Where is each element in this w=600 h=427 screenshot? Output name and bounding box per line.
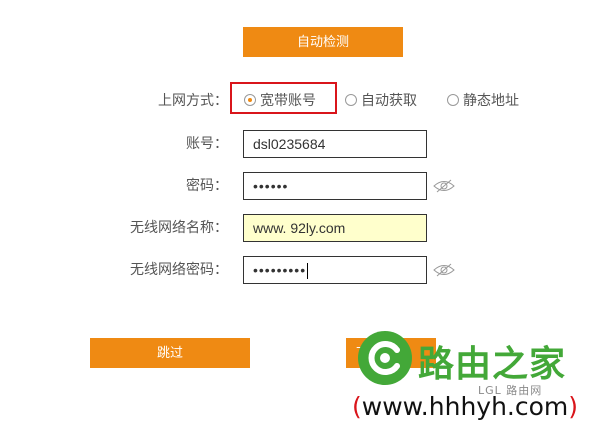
radio-unselected-icon bbox=[447, 94, 459, 106]
ssid-input[interactable]: www. 92ly.com bbox=[243, 214, 427, 242]
account-label: 账号： bbox=[186, 136, 228, 152]
radio-dhcp[interactable]: 自动获取 bbox=[345, 90, 417, 112]
text-caret bbox=[307, 263, 309, 280]
radio-static[interactable]: 静态地址 bbox=[447, 90, 519, 112]
radio-label-broadband: 宽带账号 bbox=[260, 93, 316, 109]
internet-mode-label: 上网方式： bbox=[158, 93, 228, 109]
radio-selected-icon bbox=[244, 94, 256, 106]
password-label: 密码： bbox=[186, 178, 228, 194]
radio-broadband[interactable]: 宽带账号 bbox=[244, 90, 316, 112]
wifi-password-input[interactable]: ••••••••• bbox=[243, 256, 427, 284]
radio-label-dhcp: 自动获取 bbox=[361, 93, 417, 109]
watermark-logo-icon bbox=[358, 331, 412, 385]
watermark-title: 路由之家 bbox=[418, 344, 567, 385]
password-input[interactable]: •••••• bbox=[243, 172, 427, 200]
ssid-label: 无线网络名称： bbox=[130, 220, 228, 236]
radio-label-static: 静态地址 bbox=[463, 93, 519, 109]
wifi-password-value: ••••••••• bbox=[253, 262, 307, 278]
wifi-password-label: 无线网络密码： bbox=[130, 262, 228, 278]
auto-detect-button[interactable]: 自动检测 bbox=[243, 27, 403, 57]
eye-icon[interactable] bbox=[433, 263, 455, 277]
skip-button[interactable]: 跳过 bbox=[90, 338, 250, 368]
watermark-url: (www.hhhyh.com) bbox=[352, 392, 579, 421]
radio-unselected-icon bbox=[345, 94, 357, 106]
eye-icon[interactable] bbox=[433, 179, 455, 193]
account-input[interactable]: dsl0235684 bbox=[243, 130, 427, 158]
